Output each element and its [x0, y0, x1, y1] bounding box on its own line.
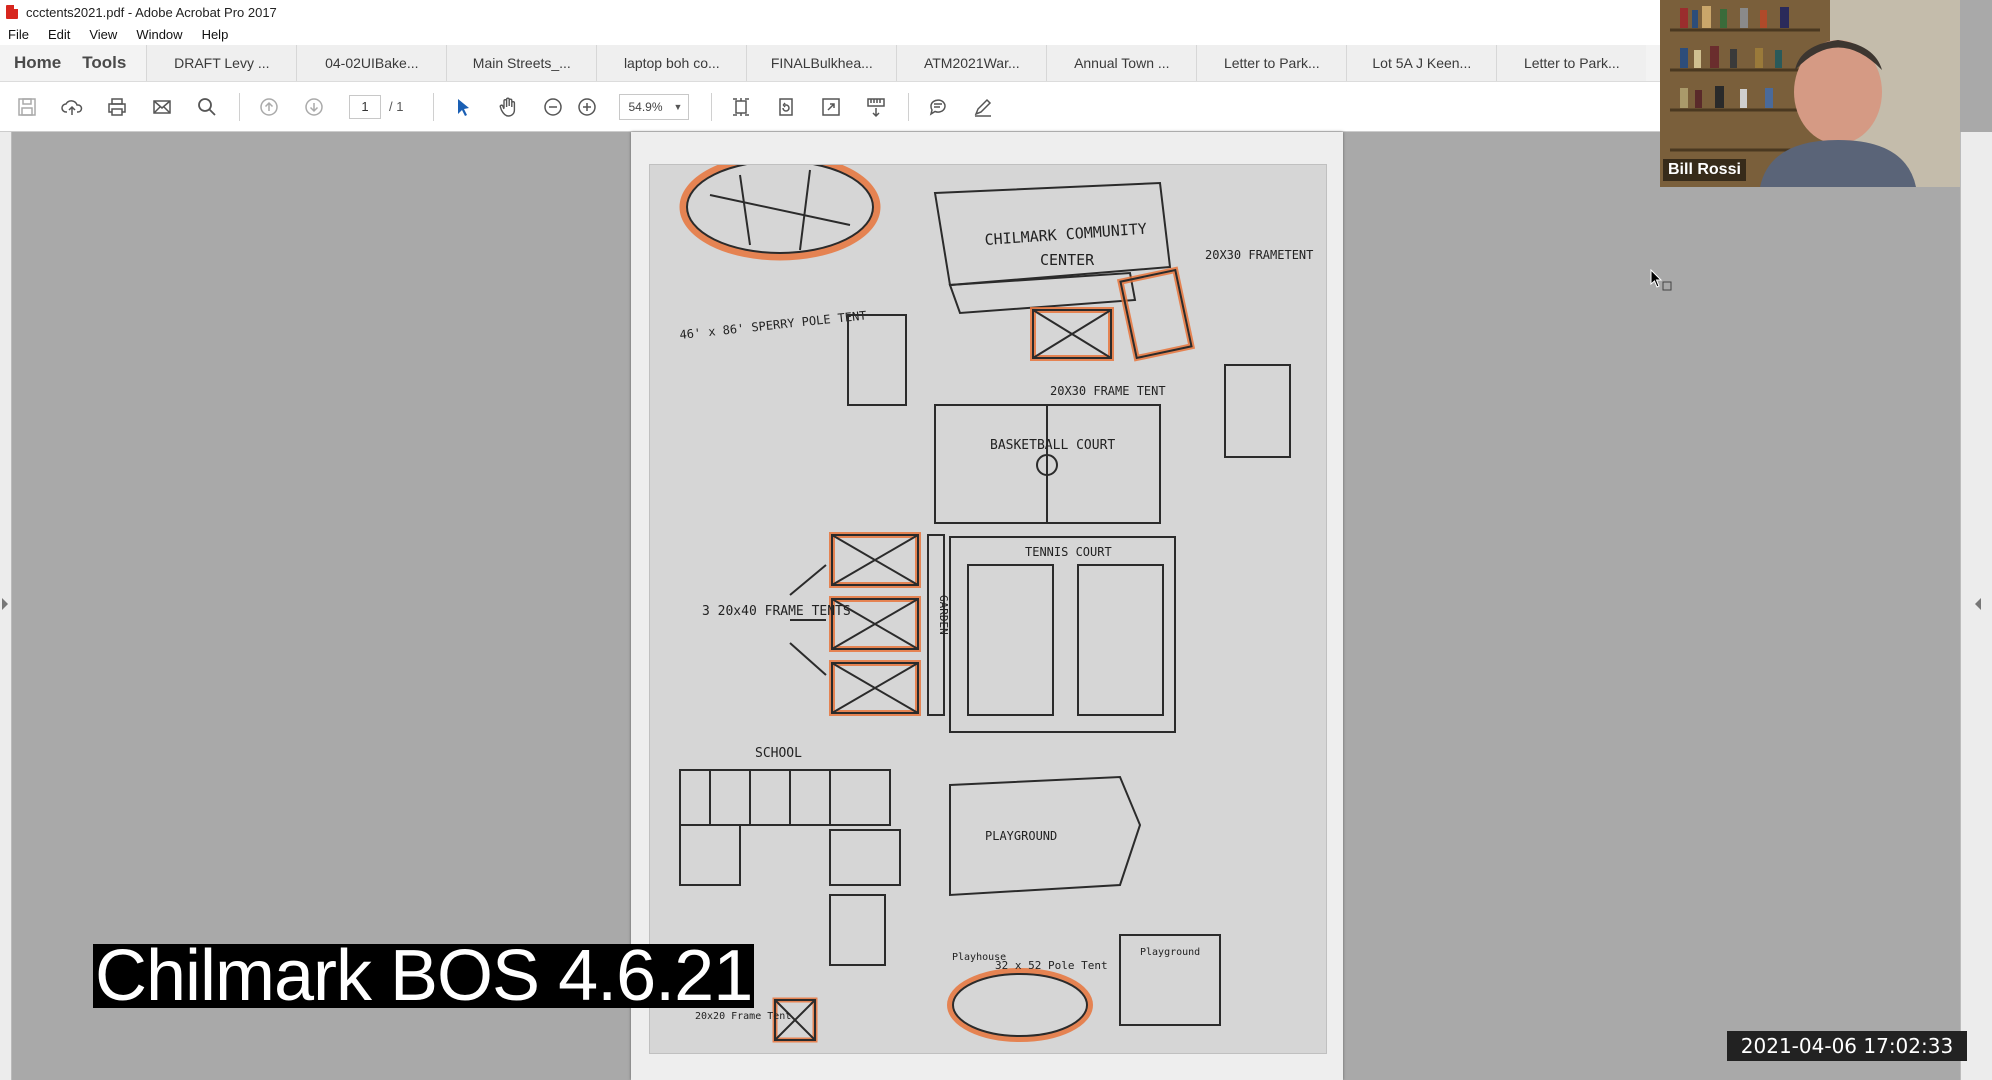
label-pole-tent: 32 x 52 Pole Tent — [995, 959, 1108, 972]
previous-page-icon[interactable] — [256, 94, 282, 120]
scroll-mode-icon[interactable] — [863, 94, 889, 120]
hand-tool-icon[interactable] — [495, 94, 521, 120]
rotate-page-icon[interactable] — [773, 94, 799, 120]
document-tab[interactable]: FINALBulkhea... — [746, 45, 897, 81]
menu-help[interactable]: Help — [202, 27, 229, 42]
label-sperry-tent: 46' x 86' SPERRY POLE TENT — [679, 308, 867, 342]
recording-timestamp: 2021-04-06 17:02:33 — [1727, 1031, 1967, 1061]
label-three-tents: 3 20x40 FRAME TENTS — [702, 604, 851, 619]
cloud-upload-icon[interactable] — [59, 94, 85, 120]
tab-bar: Home Tools DRAFT Levy ... 04-02UIBake...… — [0, 45, 1660, 82]
mouse-cursor-icon — [1649, 268, 1675, 298]
tab-home[interactable]: Home — [0, 45, 75, 81]
fit-page-icon[interactable] — [728, 94, 754, 120]
label-playground-2: Playground — [1140, 947, 1200, 958]
label-playhouse: Playhouse — [952, 952, 1006, 963]
zoom-in-icon[interactable] — [574, 94, 600, 120]
toolbar-separator — [433, 92, 435, 121]
window-title: ccctents2021.pdf - Adobe Acrobat Pro 201… — [26, 4, 277, 20]
menu-window[interactable]: Window — [136, 27, 182, 42]
toolbar-separator — [239, 92, 240, 121]
label-community-center: CHILMARK COMMUNITY — [984, 220, 1147, 249]
menu-file[interactable]: File — [8, 27, 29, 42]
acrobat-window: ccctents2021.pdf - Adobe Acrobat Pro 201… — [0, 0, 1992, 1080]
right-pane-rail[interactable] — [1960, 132, 1992, 1080]
document-tab[interactable]: Letter to Park... — [1196, 45, 1347, 81]
participant-name: Bill Rossi — [1663, 159, 1746, 181]
menu-edit[interactable]: Edit — [48, 27, 70, 42]
menu-view[interactable]: View — [89, 27, 117, 42]
toolbar-separator — [711, 92, 713, 121]
left-pane-rail[interactable] — [0, 132, 12, 1080]
document-tab[interactable]: Annual Town ... — [1046, 45, 1197, 81]
expand-left-pane-icon[interactable] — [2, 598, 8, 610]
webcam-video-tile: Bill Rossi — [1660, 0, 1960, 187]
label-garden: GARDEN — [937, 595, 950, 635]
document-tab[interactable]: 04-02UIBake... — [296, 45, 447, 81]
page-total: / 1 — [389, 99, 404, 114]
tab-tools[interactable]: Tools — [75, 45, 146, 81]
title-bar: ccctents2021.pdf - Adobe Acrobat Pro 201… — [0, 0, 1660, 24]
save-icon[interactable] — [14, 94, 40, 120]
toolbar: 1 / 1 54.9% ▼ — [0, 82, 1660, 132]
email-icon[interactable] — [149, 94, 175, 120]
document-tab[interactable]: DRAFT Levy ... — [146, 45, 297, 81]
label-school: SCHOOL — [755, 746, 802, 761]
expand-right-pane-icon[interactable] — [1975, 598, 1981, 610]
document-tab[interactable]: laptop boh co... — [596, 45, 747, 81]
menu-bar: File Edit View Window Help — [0, 24, 1660, 45]
zoom-level-select[interactable]: 54.9% ▼ — [619, 93, 690, 120]
print-icon[interactable] — [104, 94, 130, 120]
label-center: CENTER — [1040, 251, 1095, 269]
pen-sign-icon[interactable] — [970, 94, 996, 120]
label-basketball-court: BASKETBALL COURT — [990, 438, 1115, 453]
document-tab[interactable]: Main Streets_... — [446, 45, 597, 81]
chevron-down-icon: ▼ — [673, 101, 683, 112]
zoom-level-value: 54.9% — [628, 99, 663, 114]
document-tab[interactable]: Lot 5A J Keen... — [1346, 45, 1497, 81]
label-frame-tent-mid: 20X30 FRAME TENT — [1050, 384, 1166, 398]
search-icon[interactable] — [194, 94, 220, 120]
label-playground: PLAYGROUND — [985, 829, 1057, 843]
label-frame-tent-top: 20X30 FRAMETENT — [1205, 248, 1313, 262]
page-number-input[interactable]: 1 — [349, 94, 381, 119]
meeting-caption: Chilmark BOS 4.6.21 — [93, 936, 755, 1016]
comment-icon[interactable] — [925, 94, 951, 120]
pdf-file-icon — [6, 5, 18, 19]
site-plan-sketch: 46' x 86' SPERRY POLE TENT CHILMARK COMM… — [649, 153, 1327, 1054]
next-page-icon[interactable] — [301, 94, 327, 120]
label-tennis-court: TENNIS COURT — [1025, 545, 1112, 559]
full-screen-icon[interactable] — [818, 94, 844, 120]
select-cursor-icon[interactable] — [450, 94, 476, 120]
toolbar-separator — [908, 92, 910, 121]
zoom-out-icon[interactable] — [540, 94, 566, 120]
document-tab[interactable]: Letter to Park... — [1496, 45, 1647, 81]
document-tab[interactable]: ATM2021War... — [896, 45, 1047, 81]
